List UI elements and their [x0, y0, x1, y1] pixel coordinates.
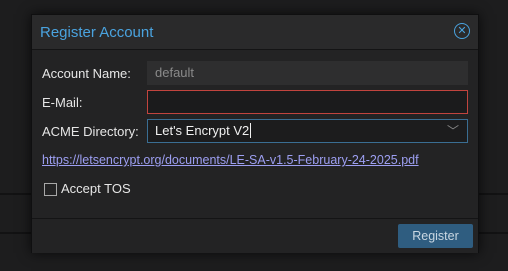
acme-directory-select[interactable]: Let's Encrypt V2 ﹀ — [147, 119, 468, 143]
acme-directory-label: ACME Directory: — [42, 124, 139, 139]
tos-link[interactable]: https://letsencrypt.org/documents/LE-SA-… — [42, 153, 419, 167]
register-button[interactable]: Register — [398, 224, 473, 248]
acme-directory-value: Let's Encrypt V2 — [155, 123, 252, 138]
dialog-title: Register Account — [40, 24, 154, 41]
accept-tos-checkbox[interactable] — [44, 183, 57, 196]
close-icon[interactable]: ✕ — [454, 23, 470, 39]
dialog-header: Register Account ✕ — [32, 15, 478, 50]
chevron-down-icon[interactable]: ﹀ — [447, 120, 459, 142]
account-name-label: Account Name: — [42, 66, 131, 81]
register-account-dialog: Register Account ✕ Account Name: default… — [31, 14, 479, 253]
email-label: E-Mail: — [42, 95, 83, 110]
account-name-field: default — [147, 61, 468, 85]
accept-tos-label[interactable]: Accept TOS — [61, 181, 131, 196]
account-name-value: default — [155, 65, 195, 80]
email-field[interactable] — [147, 90, 468, 114]
dialog-footer: Register — [32, 218, 478, 253]
